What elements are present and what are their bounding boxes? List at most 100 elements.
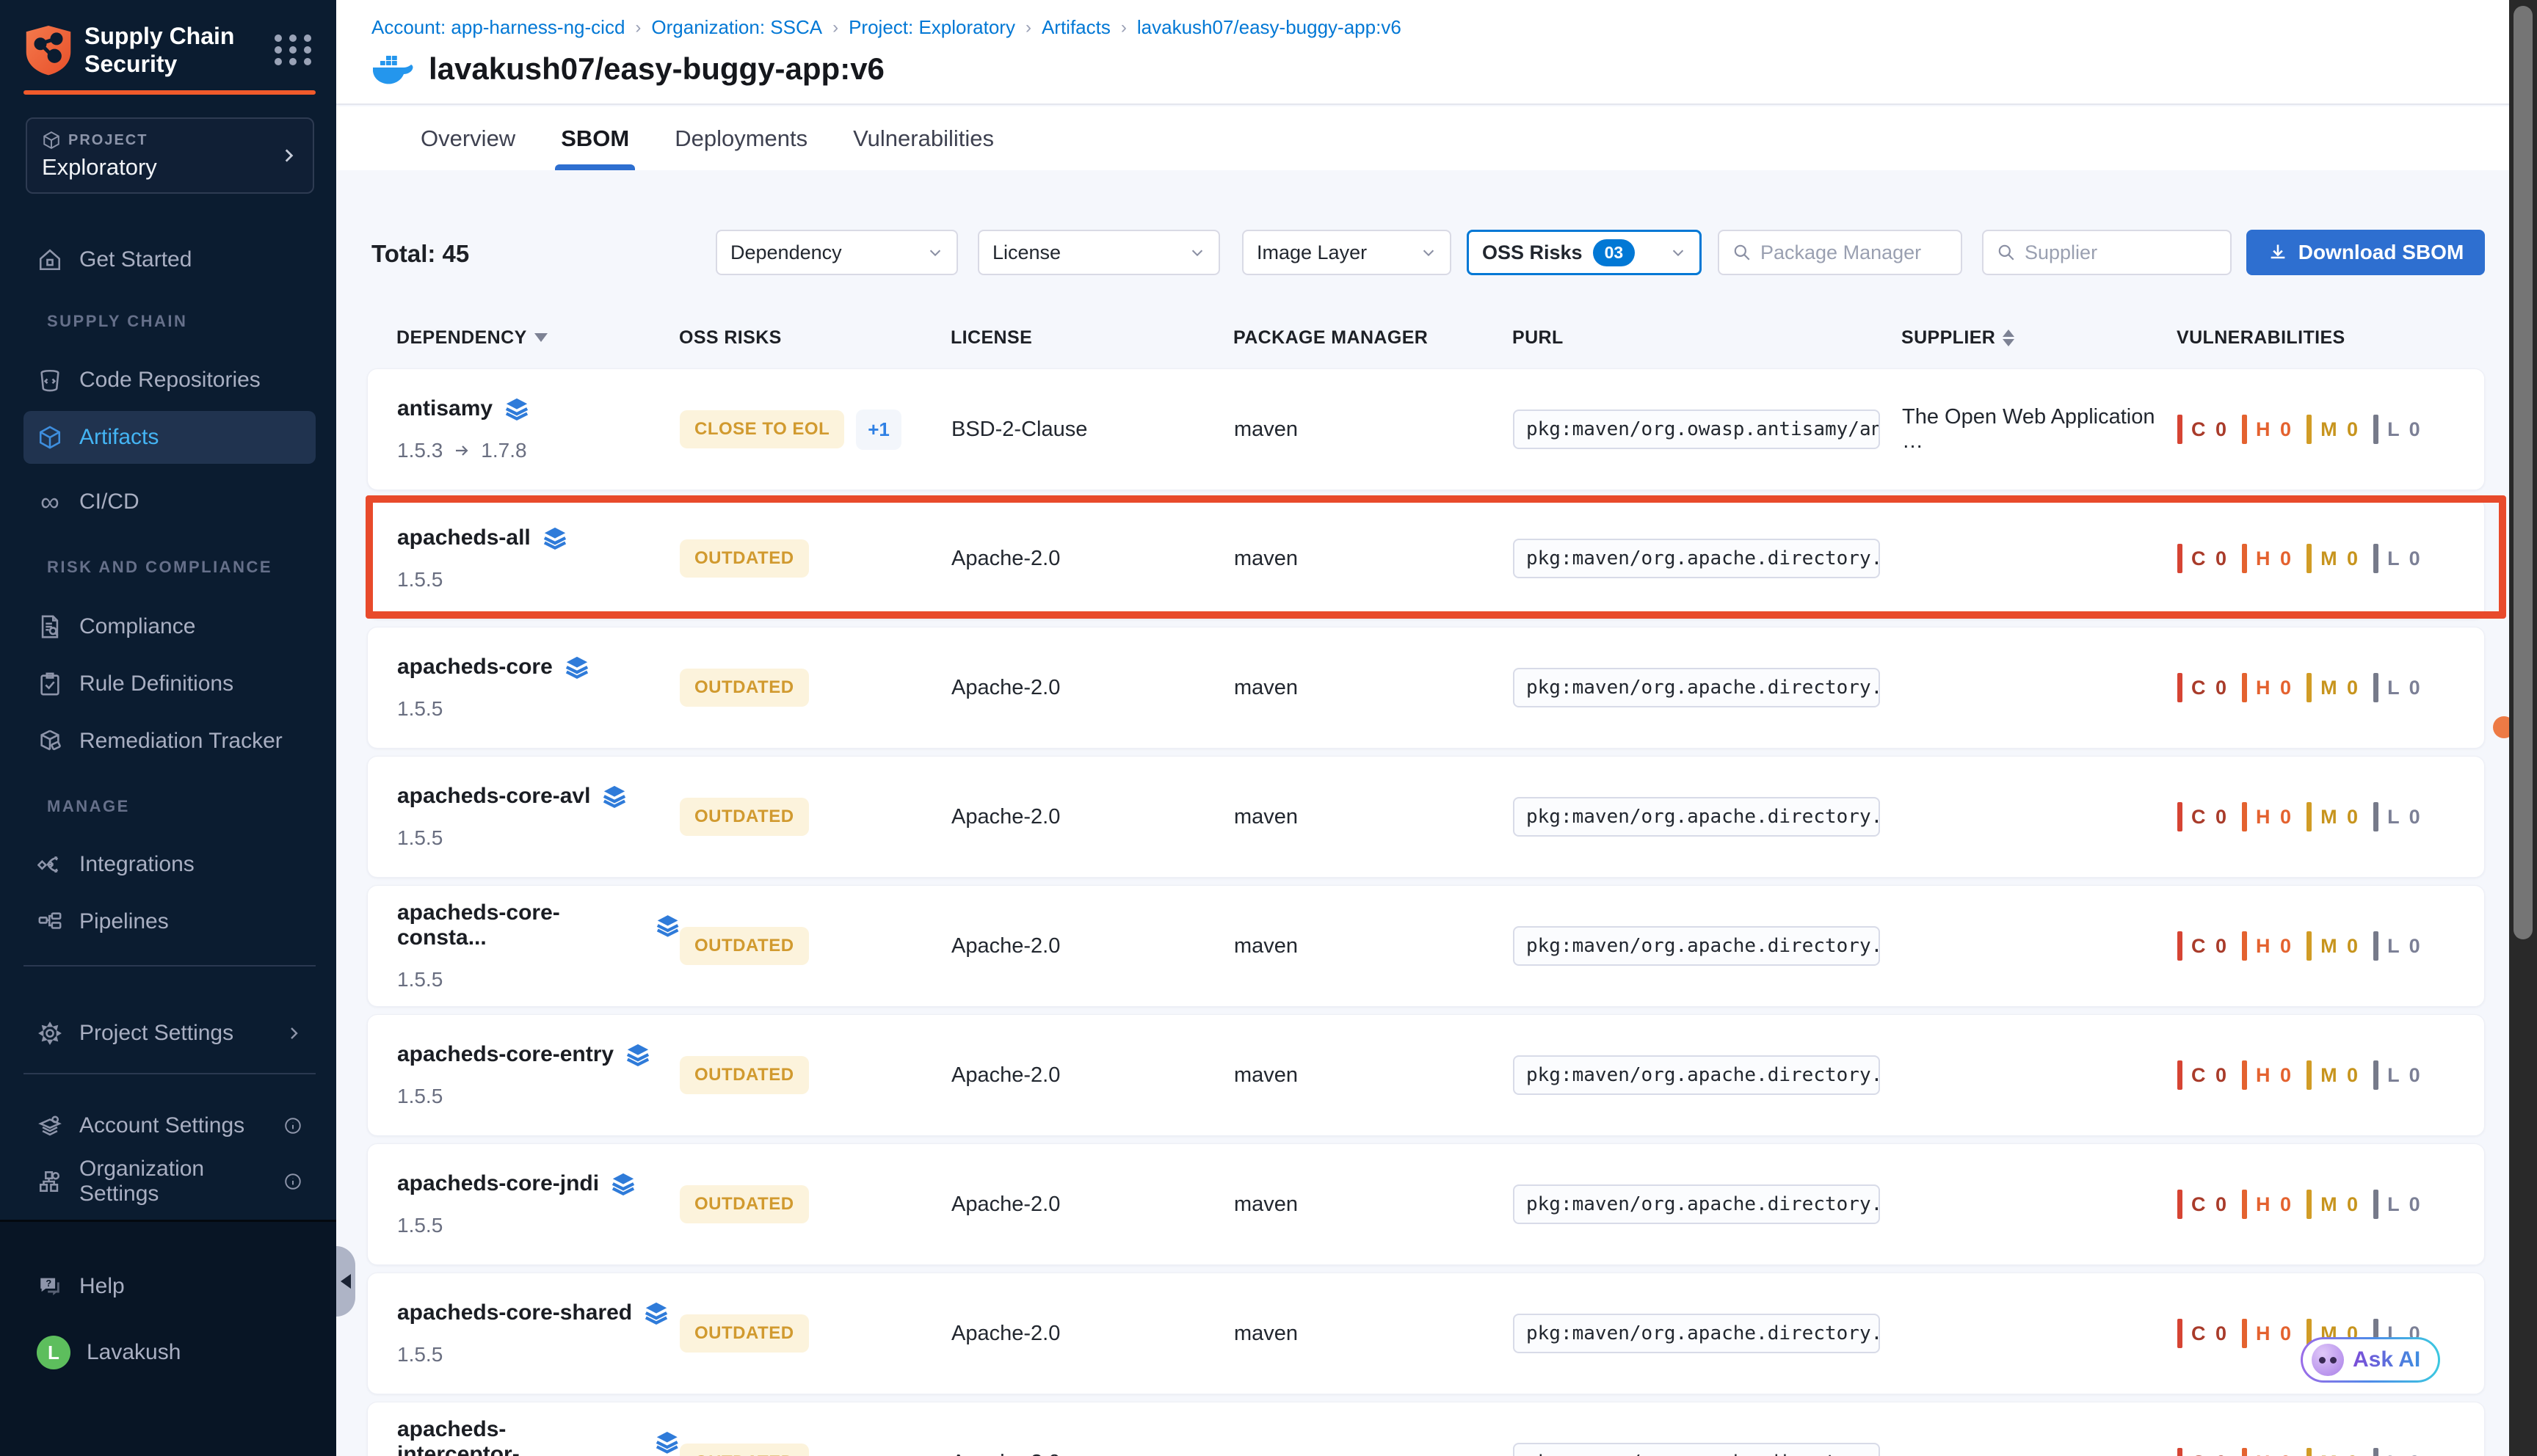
supply-chain-shield-logo-icon <box>24 23 73 77</box>
sidebar-item-cicd[interactable]: ∞ CI/CD <box>23 476 316 528</box>
breadcrumb-link[interactable]: Artifacts <box>1042 16 1111 39</box>
sidebar-divider <box>23 965 316 967</box>
module-grid-icon[interactable] <box>275 30 314 70</box>
oss-risk-badge: OUTDATED <box>680 539 809 578</box>
oss-risk-badge: OUTDATED <box>680 1314 809 1353</box>
info-icon[interactable] <box>283 1172 302 1191</box>
user-avatar[interactable]: L <box>37 1336 70 1369</box>
license-cell: BSD-2-Clause <box>951 418 1234 442</box>
filter-bar: Total: 45 Dependency License Image Layer… <box>336 170 2509 288</box>
table-row[interactable]: apacheds-core-shared 1.5.5 OUTDATED Apac… <box>367 1273 2485 1394</box>
sidebar-item-help[interactable]: ? Help <box>23 1260 316 1313</box>
breadcrumb-link[interactable]: Account: app-harness-ng-cicd <box>371 16 625 39</box>
package-manager-cell: maven <box>1234 934 1513 958</box>
tab-vulnerabilities[interactable]: Vulnerabilities <box>853 106 994 170</box>
vuln-count-c: C 0 <box>2177 544 2229 573</box>
dependency-version: 1.5.5 <box>397 1214 443 1237</box>
header-vulnerabilities: VULNERABILITIES <box>2177 327 2456 349</box>
vuln-count-h: H 0 <box>2242 802 2293 831</box>
app-title: Supply ChainSecurity <box>84 22 234 78</box>
table-row[interactable]: antisamy 1.5.31.7.8 CLOSE TO EOL+1 BSD-2… <box>367 368 2485 490</box>
sidebar-item-project-settings[interactable]: Project Settings <box>23 1007 316 1060</box>
oss-risks-filter-dropdown[interactable]: OSS Risks 03 <box>1467 230 1702 275</box>
oss-risk-cell: OUTDATED <box>680 539 951 578</box>
header-oss-risks: OSS RISKS <box>679 327 951 349</box>
purl-value[interactable]: pkg:maven/org.apache.directory.s… <box>1513 1314 1880 1353</box>
breadcrumb-separator: › <box>1026 18 1031 38</box>
vuln-count-m: M 0 <box>2306 802 2360 831</box>
sidebar-collapse-handle[interactable] <box>336 1246 355 1317</box>
table-row[interactable]: apacheds-interceptor-... 1.5.5 OUTDATED … <box>367 1402 2485 1456</box>
tab-sbom[interactable]: SBOM <box>561 106 629 170</box>
supplier-search-input[interactable]: Supplier <box>1982 230 2232 275</box>
dependency-name: apacheds-core-consta... <box>397 900 644 950</box>
box-tag-icon <box>37 729 63 754</box>
chevron-down-icon <box>927 244 943 261</box>
sidebar-item-remediation-tracker[interactable]: Remediation Tracker <box>23 715 316 768</box>
sidebar-user[interactable]: L Lavakush <box>23 1326 316 1379</box>
ask-ai-button[interactable]: Ask AI <box>2301 1337 2440 1383</box>
header-dependency[interactable]: DEPENDENCY <box>396 327 679 349</box>
tab-bar: Overview SBOM Deployments Vulnerabilities <box>336 106 2509 170</box>
purl-value[interactable]: pkg:maven/org.apache.directory.s… <box>1513 1184 1880 1224</box>
tab-deployments[interactable]: Deployments <box>675 106 807 170</box>
supplier-cell: The Open Web Application … <box>1902 405 2177 454</box>
table-row[interactable]: apacheds-all 1.5.5 OUTDATED Apache-2.0 m… <box>367 498 2485 619</box>
oss-risk-cell: OUTDATED <box>680 927 951 965</box>
table-row[interactable]: apacheds-core-entry 1.5.5 OUTDATED Apach… <box>367 1014 2485 1136</box>
page-scrollbar[interactable] <box>2509 0 2537 1456</box>
purl-value[interactable]: pkg:maven/org.apache.directory.s… <box>1513 668 1880 707</box>
table-row[interactable]: apacheds-core 1.5.5 OUTDATED Apache-2.0 … <box>367 627 2485 749</box>
purl-value[interactable]: pkg:maven/org.apache.directory.s… <box>1513 539 1880 578</box>
breadcrumb-link[interactable]: Project: Exploratory <box>849 16 1015 39</box>
info-icon[interactable] <box>283 1116 302 1135</box>
vuln-count-h: H 0 <box>2242 544 2293 573</box>
vuln-count-m: M 0 <box>2306 931 2360 961</box>
package-manager-cell: maven <box>1234 418 1513 442</box>
package-manager-cell: maven <box>1234 1193 1513 1217</box>
image-layer-filter-dropdown[interactable]: Image Layer <box>1242 230 1451 275</box>
vuln-count-h: H 0 <box>2242 1190 2293 1219</box>
header-supplier[interactable]: SUPPLIER <box>1901 327 2177 349</box>
chevron-down-icon <box>1189 244 1205 261</box>
table-row[interactable]: apacheds-core-avl 1.5.5 OUTDATED Apache-… <box>367 756 2485 878</box>
license-cell: Apache-2.0 <box>951 1063 1234 1088</box>
download-sbom-button[interactable]: Download SBOM <box>2246 230 2485 275</box>
purl-value[interactable]: pkg:maven/org.apache.directory.s… <box>1513 926 1880 966</box>
vulnerabilities-cell: C 0H 0M 0L 0 <box>2177 1448 2455 1456</box>
purl-value[interactable]: pkg:maven/org.apache.directory.s… <box>1513 1443 1880 1456</box>
tab-overview[interactable]: Overview <box>421 106 515 170</box>
table-row[interactable]: apacheds-core-jndi 1.5.5 OUTDATED Apache… <box>367 1143 2485 1265</box>
sidebar-item-artifacts[interactable]: Artifacts <box>23 411 316 464</box>
sidebar-item-pipelines[interactable]: Pipelines <box>23 895 316 948</box>
vuln-count-h: H 0 <box>2242 1060 2293 1090</box>
sidebar-item-compliance[interactable]: Compliance <box>23 600 316 653</box>
vulnerabilities-cell: C 0H 0M 0L 0 <box>2177 1060 2455 1090</box>
purl-value[interactable]: pkg:maven/org.owasp.antisamy/ant… <box>1513 410 1880 449</box>
sidebar-item-account-settings[interactable]: Account Settings <box>23 1099 316 1152</box>
breadcrumb-link[interactable]: Organization: SSCA <box>651 16 822 39</box>
pipelines-icon <box>37 909 63 934</box>
table-row[interactable]: apacheds-core-consta... 1.5.5 OUTDATED A… <box>367 885 2485 1007</box>
sidebar-item-integrations[interactable]: Integrations <box>23 838 316 891</box>
purl-value[interactable]: pkg:maven/org.apache.directory.s… <box>1513 797 1880 837</box>
scrollbar-thumb[interactable] <box>2514 6 2533 939</box>
sidebar-item-code-repositories[interactable]: Code Repositories <box>23 354 316 407</box>
project-name: Exploratory <box>42 154 157 181</box>
sidebar-item-get-started[interactable]: Get Started <box>23 233 316 286</box>
dependency-version: 1.5.5 <box>397 568 443 592</box>
chevron-right-icon <box>279 146 298 165</box>
purl-value[interactable]: pkg:maven/org.apache.directory.s… <box>1513 1055 1880 1095</box>
oss-risk-extra-chip[interactable]: +1 <box>856 410 901 450</box>
package-manager-search-input[interactable]: Package Manager <box>1718 230 1962 275</box>
vuln-count-c: C 0 <box>2177 802 2229 831</box>
chevron-down-icon <box>1670 244 1686 261</box>
sidebar-item-organization-settings[interactable]: Organization Settings <box>23 1155 316 1208</box>
vuln-count-h: H 0 <box>2242 415 2293 444</box>
project-selector[interactable]: PROJECT Exploratory <box>26 117 314 194</box>
dependency-filter-dropdown[interactable]: Dependency <box>716 230 958 275</box>
sidebar-item-rule-definitions[interactable]: Rule Definitions <box>23 658 316 710</box>
breadcrumb-link[interactable]: lavakush07/easy-buggy-app:v6 <box>1137 16 1401 39</box>
vuln-count-l: L 0 <box>2373 1190 2422 1219</box>
license-filter-dropdown[interactable]: License <box>978 230 1220 275</box>
